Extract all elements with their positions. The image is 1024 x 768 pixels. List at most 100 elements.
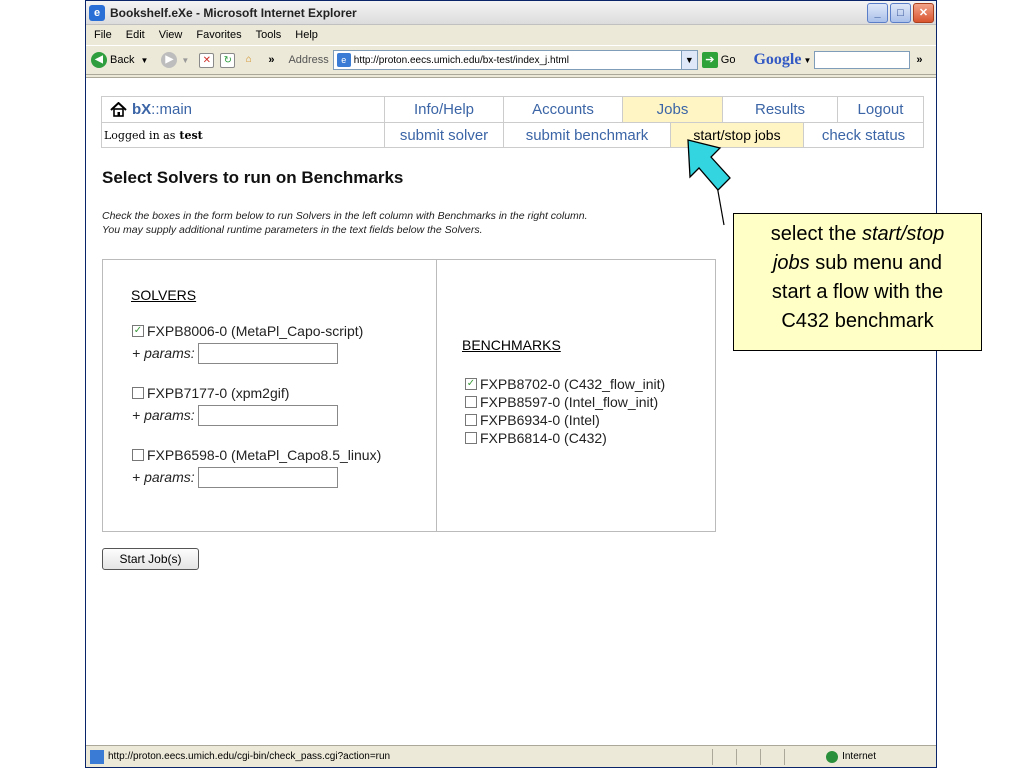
- solver-label-1: FXPB7177-0 (xpm2gif): [147, 385, 290, 401]
- google-logo[interactable]: Google: [753, 51, 801, 69]
- callout-line2b: sub menu and: [809, 252, 943, 274]
- benchmark-label-1: FXPB8597-0 (Intel_flow_init): [480, 394, 659, 410]
- brand-name: bX: [132, 101, 152, 118]
- ie-icon: e: [89, 4, 105, 21]
- subnav-check-status[interactable]: check status: [804, 123, 923, 147]
- subnav-submit-benchmark[interactable]: submit benchmark: [504, 123, 671, 147]
- params-input-0[interactable]: [197, 342, 338, 364]
- nav-info-help[interactable]: Info/Help: [385, 97, 504, 122]
- logged-in-cell: Logged in as test: [102, 123, 385, 147]
- nav-jobs[interactable]: Jobs: [623, 97, 723, 122]
- job-form: SOLVERS ✓ FXPB8006-0 (MetaPl_Capo-script…: [102, 259, 716, 532]
- nav-results[interactable]: Results: [723, 97, 838, 122]
- benchmark-item: FXPB6934-0 (Intel): [465, 411, 665, 429]
- solver-checkbox-1[interactable]: [132, 387, 144, 399]
- google-dropdown-icon[interactable]: ▼: [803, 56, 811, 65]
- home-icon: [110, 102, 127, 117]
- title-bar: e Bookshelf.eXe - Microsoft Internet Exp…: [86, 1, 936, 25]
- page-content: bX::main Info/Help Accounts Jobs Results…: [86, 77, 936, 745]
- google-search-input[interactable]: [814, 51, 911, 69]
- instruction-callout: select the start/stop jobs sub menu and …: [733, 213, 982, 351]
- status-url: http://proton.eecs.umich.edu/cgi-bin/che…: [108, 751, 391, 762]
- window-title: Bookshelf.eXe - Microsoft Internet Explo…: [110, 5, 357, 20]
- back-button[interactable]: ◀ Back ▼: [91, 52, 148, 68]
- status-bar: http://proton.eecs.umich.edu/cgi-bin/che…: [86, 745, 936, 767]
- benchmark-checkbox-3[interactable]: [465, 432, 477, 444]
- address-label: Address: [288, 54, 329, 66]
- benchmark-checkbox-1[interactable]: [465, 396, 477, 408]
- benchmark-list: ✓ FXPB8702-0 (C432_flow_init) FXPB8597-0…: [465, 375, 665, 447]
- benchmark-item: ✓ FXPB8702-0 (C432_flow_init): [465, 375, 665, 393]
- params-label-2: + params:: [132, 469, 195, 485]
- subnav-start-stop-jobs[interactable]: start/stop jobs: [671, 123, 804, 147]
- page-title: Select Solvers to run on Benchmarks: [102, 168, 404, 187]
- benchmark-item: FXPB6814-0 (C432): [465, 429, 665, 447]
- zone-label: Internet: [842, 751, 876, 762]
- logged-in-user: test: [179, 128, 203, 142]
- back-label: Back: [110, 54, 135, 66]
- subnav-submit-solver[interactable]: submit solver: [385, 123, 504, 147]
- chevron-down-icon: ▼: [181, 55, 190, 65]
- benchmark-label-3: FXPB6814-0 (C432): [480, 430, 607, 446]
- brand-suffix: ::main: [151, 101, 193, 118]
- address-input[interactable]: e http://proton.eecs.umich.edu/bx-test/i…: [332, 50, 698, 70]
- address-url: http://proton.eecs.umich.edu/bx-test/ind…: [353, 54, 569, 66]
- forward-button[interactable]: ▶ ▼: [153, 52, 189, 68]
- menu-view[interactable]: View: [159, 29, 183, 41]
- menu-edit[interactable]: Edit: [126, 29, 145, 41]
- params-label-0: + params:: [132, 345, 195, 361]
- go-label: Go: [720, 54, 736, 66]
- forward-arrow-icon: ▶: [161, 52, 178, 68]
- intro-text: Check the boxes in the form below to run…: [102, 209, 742, 237]
- close-button[interactable]: ✕: [913, 3, 934, 23]
- maximize-button[interactable]: □: [890, 3, 911, 23]
- window-controls: _ □ ✕: [867, 3, 934, 23]
- start-jobs-button[interactable]: Start Job(s): [102, 548, 199, 570]
- page-status-icon: [90, 749, 104, 764]
- params-input-2[interactable]: [197, 466, 338, 488]
- brand-cell[interactable]: bX::main: [102, 97, 385, 122]
- refresh-icon[interactable]: ↻: [220, 52, 236, 68]
- menu-help[interactable]: Help: [295, 29, 318, 41]
- benchmark-checkbox-0[interactable]: ✓: [465, 378, 477, 390]
- benchmark-item: FXPB8597-0 (Intel_flow_init): [465, 393, 665, 411]
- home-icon[interactable]: ⌂: [241, 53, 256, 68]
- browser-window: e Bookshelf.eXe - Microsoft Internet Exp…: [85, 0, 937, 768]
- status-divider: [784, 749, 785, 765]
- solvers-heading: SOLVERS: [131, 287, 197, 303]
- solver-checkbox-2[interactable]: [132, 449, 144, 461]
- sub-nav: Logged in as test submit solver submit be…: [102, 123, 923, 147]
- menu-favorites[interactable]: Favorites: [196, 29, 241, 41]
- security-zone: Internet: [826, 750, 876, 763]
- toolbar-overflow-icon-2[interactable]: »: [916, 54, 922, 66]
- menu-bar: File Edit View Favorites Tools Help: [86, 25, 936, 64]
- solvers-column: SOLVERS ✓ FXPB8006-0 (MetaPl_Capo-script…: [103, 260, 437, 531]
- benchmark-label-2: FXPB6934-0 (Intel): [480, 412, 600, 428]
- intro-line-1: Check the boxes in the form below to run…: [102, 210, 588, 222]
- chevron-down-icon: ▼: [140, 55, 149, 65]
- benchmarks-heading: BENCHMARKS: [462, 337, 561, 353]
- benchmark-checkbox-2[interactable]: [465, 414, 477, 426]
- back-arrow-icon: ◀: [91, 52, 107, 68]
- minimize-button[interactable]: _: [867, 3, 888, 23]
- main-nav: bX::main Info/Help Accounts Jobs Results…: [102, 97, 923, 123]
- benchmark-label-0: FXPB8702-0 (C432_flow_init): [480, 376, 666, 392]
- params-input-1[interactable]: [197, 404, 338, 426]
- stop-icon[interactable]: ✕: [199, 52, 215, 68]
- menu-tools[interactable]: Tools: [256, 29, 282, 41]
- toolbar: ◀ Back ▼ ▶ ▼ ✕ ↻ ⌂ » Address e http://pr…: [86, 45, 936, 75]
- address-dropdown-icon[interactable]: ▼: [680, 51, 697, 69]
- nav-accounts[interactable]: Accounts: [504, 97, 623, 122]
- menu-file[interactable]: File: [94, 29, 112, 41]
- status-divider: [736, 749, 737, 765]
- nav-logout[interactable]: Logout: [838, 97, 923, 122]
- solver-label-2: FXPB6598-0 (MetaPl_Capo8.5_linux): [147, 447, 382, 463]
- callout-line1b: start/stop: [861, 223, 945, 245]
- callout-line2a: jobs: [772, 252, 810, 274]
- solver-item: FXPB7177-0 (xpm2gif) + params:: [132, 384, 338, 426]
- solver-label-0: FXPB8006-0 (MetaPl_Capo-script): [147, 323, 364, 339]
- toolbar-overflow-icon[interactable]: »: [268, 54, 274, 66]
- go-button[interactable]: ➔ Go: [701, 52, 736, 68]
- status-divider: [760, 749, 761, 765]
- solver-checkbox-0[interactable]: ✓: [132, 325, 144, 337]
